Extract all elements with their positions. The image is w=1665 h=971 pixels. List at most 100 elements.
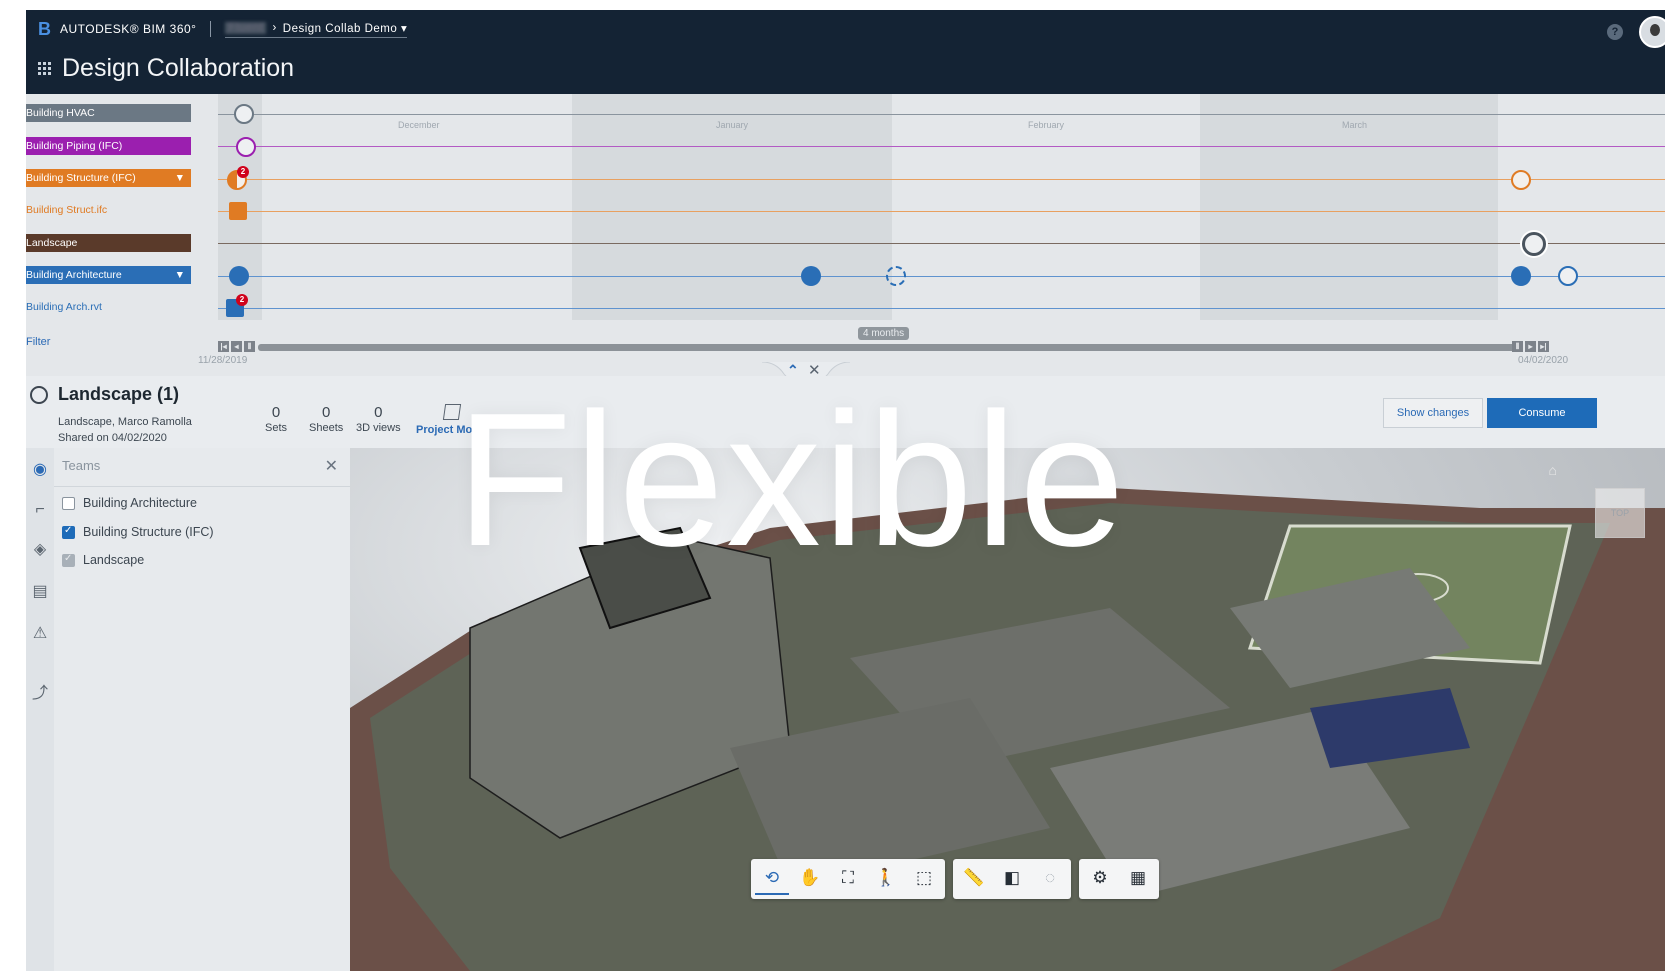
range-badge: 4 months bbox=[858, 327, 910, 340]
range-start-date: 11/28/2019 bbox=[198, 355, 248, 366]
track-line bbox=[218, 308, 1665, 309]
home-icon[interactable]: ⌂ bbox=[1549, 462, 1557, 478]
settings-tools: ⚙ ▦ bbox=[1079, 859, 1159, 899]
walk-icon[interactable]: 🚶 bbox=[869, 863, 903, 893]
expand-caret-icon[interactable]: ▼ bbox=[175, 169, 191, 187]
track-building-architecture[interactable]: Building Architecture ▼ bbox=[26, 266, 191, 284]
app-switcher-icon[interactable] bbox=[38, 61, 52, 76]
team-checkbox[interactable] bbox=[62, 496, 75, 510]
brand-name: AUTODESK® BIM 360° bbox=[60, 22, 197, 36]
zoom-window-icon[interactable]: ⬚ bbox=[907, 863, 941, 893]
layers-icon[interactable]: ◈ bbox=[30, 540, 50, 560]
version-node[interactable] bbox=[234, 104, 254, 124]
section-icon[interactable]: ◧ bbox=[995, 863, 1029, 893]
team-item[interactable]: Building Architecture bbox=[62, 496, 197, 510]
track-line bbox=[218, 211, 1665, 212]
package-title: Landscape (1) bbox=[58, 384, 180, 404]
track-line bbox=[218, 146, 1665, 147]
viewer-toolbar: ⟲ ✋ ⛶ 🚶 ⬚ 📏 ◧ ◌ ⚙ ▦ bbox=[751, 859, 1159, 899]
track-label: Building Arch.rvt bbox=[26, 301, 102, 313]
file-version-node[interactable] bbox=[229, 202, 247, 220]
range-handle-icon[interactable]: ⦀ bbox=[1512, 341, 1523, 352]
version-node[interactable] bbox=[229, 266, 249, 286]
step-forward-icon[interactable]: ▸ bbox=[1525, 341, 1536, 352]
team-checkbox[interactable] bbox=[62, 553, 75, 567]
track-building-piping[interactable]: Building Piping (IFC) bbox=[26, 137, 191, 155]
teams-header: Teams ✕ bbox=[54, 448, 350, 487]
hide-icon[interactable]: ◌ bbox=[1033, 863, 1067, 893]
version-node-selected[interactable] bbox=[1522, 232, 1546, 256]
team-label: Building Architecture bbox=[83, 496, 197, 510]
track-label: Building Piping (IFC) bbox=[26, 140, 123, 152]
track-building-hvac[interactable]: Building HVAC bbox=[26, 104, 191, 122]
jump-start-icon[interactable]: |◂ bbox=[218, 341, 229, 352]
version-node[interactable] bbox=[1511, 266, 1531, 286]
close-icon[interactable]: ✕ bbox=[325, 456, 338, 476]
track-building-struct-file[interactable]: Building Struct.ifc bbox=[26, 201, 191, 219]
stat-label: Sets bbox=[265, 422, 288, 434]
version-node[interactable] bbox=[1511, 170, 1531, 190]
breadcrumb-separator: › bbox=[272, 21, 277, 34]
show-changes-button[interactable]: Show changes bbox=[1383, 398, 1483, 428]
stat-value: 0 bbox=[321, 404, 331, 421]
consume-button[interactable]: Consume bbox=[1487, 398, 1597, 428]
viewcube[interactable]: TOP bbox=[1595, 488, 1645, 538]
teams-title: Teams bbox=[62, 458, 101, 473]
avatar[interactable] bbox=[1639, 16, 1665, 48]
project-selector[interactable]: Design Collab Demo ▾ bbox=[283, 21, 407, 35]
package-status-icon bbox=[30, 386, 48, 404]
sheets-icon[interactable]: ▤ bbox=[30, 582, 50, 602]
track-building-structure[interactable]: Building Structure (IFC) ▼ bbox=[26, 169, 191, 187]
track-label: Landscape bbox=[26, 237, 78, 249]
eye-icon[interactable]: ◉ bbox=[30, 460, 50, 480]
track-line bbox=[218, 179, 1665, 180]
divider bbox=[210, 21, 212, 37]
measure-icon[interactable]: 📏 bbox=[957, 863, 991, 893]
month-label: February bbox=[1028, 120, 1065, 130]
track-landscape[interactable]: Landscape bbox=[26, 234, 191, 252]
account-name[interactable]: Fluent bbox=[225, 21, 267, 34]
month-columns: December January February March bbox=[218, 94, 1665, 320]
month-label: March bbox=[1342, 120, 1368, 130]
month-label: January bbox=[716, 120, 749, 130]
package-shared-date: Shared on 04/02/2020 bbox=[58, 432, 167, 444]
track-building-arch-file[interactable]: Building Arch.rvt bbox=[26, 298, 191, 316]
notification-badge: 2 bbox=[237, 166, 249, 178]
pan-icon[interactable]: ✋ bbox=[793, 863, 827, 893]
stat-label: Sheets bbox=[309, 422, 344, 434]
branch-icon[interactable]: ⤴ bbox=[30, 684, 50, 704]
team-checkbox[interactable] bbox=[62, 525, 75, 539]
teams-panel: Teams ✕ Building Architecture Building S… bbox=[54, 448, 351, 971]
project-breadcrumb[interactable]: Fluent › Design Collab Demo ▾ bbox=[225, 21, 408, 38]
pending-node[interactable] bbox=[886, 266, 906, 286]
filter-link[interactable]: Filter bbox=[26, 336, 50, 348]
month-label: December bbox=[398, 120, 440, 130]
bim360-logo-icon: B bbox=[38, 19, 52, 39]
settings-icon[interactable]: ⚙ bbox=[1083, 863, 1117, 893]
time-range-slider[interactable] bbox=[258, 344, 1518, 351]
step-back-icon[interactable]: ◂ bbox=[231, 341, 242, 352]
stat-sheets: 0 Sheets bbox=[309, 404, 343, 434]
properties-icon[interactable]: ▦ bbox=[1121, 863, 1155, 893]
track-label: Building HVAC bbox=[26, 107, 95, 119]
track-label: Building Struct.ifc bbox=[26, 204, 108, 216]
expand-caret-icon[interactable]: ▼ bbox=[175, 266, 191, 284]
version-node[interactable] bbox=[801, 266, 821, 286]
help-icon[interactable]: ? bbox=[1607, 24, 1623, 40]
range-handle-icon[interactable]: ⦀ bbox=[244, 341, 255, 352]
version-node[interactable] bbox=[236, 137, 256, 157]
team-item[interactable]: Building Structure (IFC) bbox=[62, 525, 214, 539]
warning-icon[interactable]: ⚠ bbox=[30, 624, 50, 644]
page-title: Design Collaboration bbox=[62, 54, 295, 82]
scrub-controls-left: |◂ ◂ ⦀ bbox=[218, 341, 255, 352]
stairs-icon[interactable]: ⌐ bbox=[30, 500, 50, 520]
package-owner: Landscape, Marco Ramolla bbox=[58, 416, 192, 428]
track-label: Building Structure (IFC) bbox=[26, 172, 136, 184]
orbit-icon[interactable]: ⟲ bbox=[755, 863, 789, 895]
version-node[interactable] bbox=[1558, 266, 1578, 286]
team-item[interactable]: Landscape bbox=[62, 553, 144, 567]
stat-label: 3D views bbox=[356, 422, 401, 434]
fit-icon[interactable]: ⛶ bbox=[831, 863, 865, 893]
scrub-controls-right: ⦀ ▸ ▸| bbox=[1512, 341, 1549, 352]
jump-end-icon[interactable]: ▸| bbox=[1538, 341, 1549, 352]
